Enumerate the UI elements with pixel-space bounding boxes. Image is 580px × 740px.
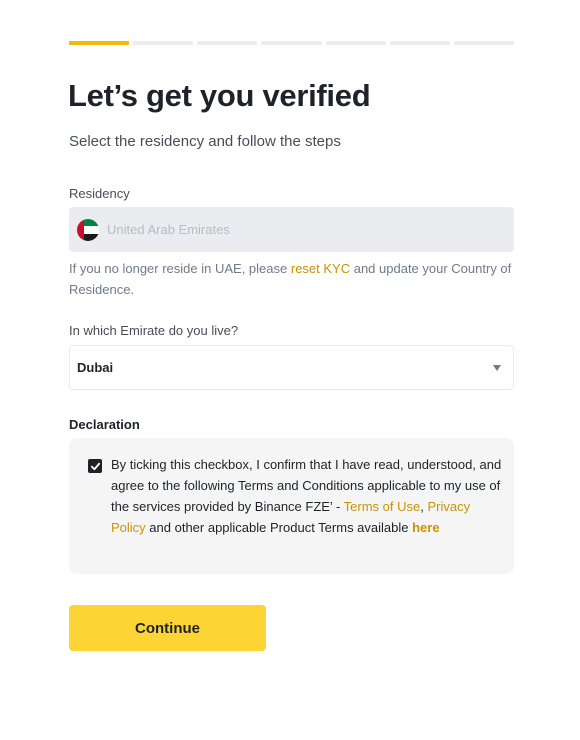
declaration-box: By ticking this checkbox, I confirm that… — [69, 438, 514, 574]
progress-step-5 — [325, 41, 386, 45]
reset-kyc-link[interactable]: reset KYC — [291, 261, 350, 276]
checkmark-icon — [90, 462, 100, 470]
terms-of-use-link[interactable]: Terms of Use — [344, 499, 421, 514]
progress-step-7 — [453, 41, 514, 45]
progress-step-1 — [69, 41, 130, 45]
residency-help-text: If you no longer reside in UAE, please r… — [69, 258, 514, 300]
page-title: Let’s get you verified — [68, 78, 371, 113]
residency-value: United Arab Emirates — [107, 222, 230, 237]
progress-step-3 — [197, 41, 258, 45]
help-prefix: If you no longer reside in UAE, please — [69, 261, 291, 276]
progress-step-4 — [261, 41, 322, 45]
continue-button[interactable]: Continue — [69, 605, 266, 651]
residency-label: Residency — [69, 186, 130, 201]
declaration-checkbox[interactable] — [88, 459, 102, 473]
emirate-select[interactable]: Dubai — [69, 345, 514, 390]
page-subtitle: Select the residency and follow the step… — [69, 133, 341, 150]
progress-step-6 — [389, 41, 450, 45]
progress-step-2 — [133, 41, 194, 45]
residency-field: United Arab Emirates — [69, 207, 514, 252]
declaration-mid-text: and other applicable Product Terms avail… — [145, 520, 413, 535]
declaration-comma: , — [420, 499, 424, 514]
emirate-label: In which Emirate do you live? — [69, 323, 239, 338]
uae-flag-icon — [77, 218, 99, 241]
declaration-text: By ticking this checkbox, I confirm that… — [111, 454, 503, 538]
here-link[interactable]: here — [412, 520, 439, 535]
emirate-selected-value: Dubai — [77, 360, 114, 375]
caret-down-icon — [493, 364, 501, 371]
declaration-label: Declaration — [69, 417, 140, 432]
progress-bar — [69, 41, 514, 45]
